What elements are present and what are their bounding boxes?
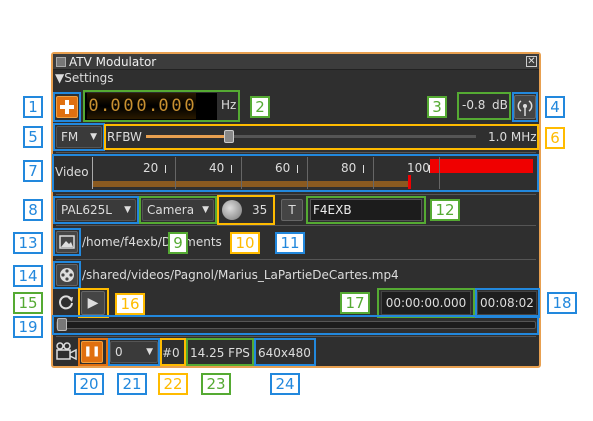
callout-6: 6 xyxy=(545,127,565,149)
divider xyxy=(56,259,536,260)
callout-2: 2 xyxy=(250,96,270,118)
highlight-box xyxy=(306,196,426,224)
callout-9: 9 xyxy=(168,232,188,254)
divider xyxy=(56,336,536,337)
text-overlay-button[interactable]: T xyxy=(281,199,303,221)
highlight-box xyxy=(457,92,511,120)
callout-20: 20 xyxy=(74,373,104,395)
title-bar[interactable]: ATV Modulator ✕ xyxy=(53,54,539,70)
highlight-box xyxy=(160,338,186,366)
highlight-box xyxy=(139,196,217,224)
highlight-box xyxy=(254,338,316,366)
highlight-box xyxy=(475,288,540,318)
callout-5: 5 xyxy=(23,126,43,148)
callout-14: 14 xyxy=(13,265,43,287)
app-icon xyxy=(56,57,66,67)
settings-label: Settings xyxy=(64,71,114,85)
divider xyxy=(56,225,536,226)
highlight-box xyxy=(78,338,108,366)
callout-3: 3 xyxy=(427,96,447,118)
callout-16: 16 xyxy=(115,293,145,315)
callout-12: 12 xyxy=(430,199,460,221)
callout-11: 11 xyxy=(275,232,305,254)
callout-10: 10 xyxy=(230,232,260,254)
highlight-box xyxy=(186,338,254,366)
callout-18: 18 xyxy=(547,292,577,314)
callout-22: 22 xyxy=(158,373,188,395)
highlight-box xyxy=(108,338,160,366)
triangle-down-icon: ▼ xyxy=(55,71,65,85)
callout-21: 21 xyxy=(117,373,147,395)
image-path-part: /home/f4exb/D xyxy=(82,235,172,249)
image-path-part: ments xyxy=(184,235,222,249)
callout-8: 8 xyxy=(23,199,43,221)
highlight-box xyxy=(83,90,240,122)
callout-4: 4 xyxy=(545,96,565,118)
callout-15: 15 xyxy=(13,292,43,314)
callout-19: 19 xyxy=(13,316,43,338)
image-file-path: /home/f4exb/Dments.4g xyxy=(82,235,297,249)
highlight-box xyxy=(512,92,538,122)
highlight-box xyxy=(53,196,139,224)
divider xyxy=(56,194,536,195)
callout-23: 23 xyxy=(201,373,231,395)
callout-24: 24 xyxy=(270,373,300,395)
highlight-box xyxy=(217,195,275,225)
loop-icon xyxy=(59,295,73,310)
loop-button[interactable] xyxy=(56,292,78,314)
highlight-box xyxy=(78,288,109,318)
highlight-box xyxy=(52,315,539,335)
highlight-box xyxy=(52,154,539,192)
highlight-box xyxy=(53,228,81,256)
callout-7: 7 xyxy=(23,160,43,182)
highlight-box xyxy=(53,123,105,151)
settings-toggle[interactable]: ▼Settings xyxy=(55,71,113,85)
camera-indicator xyxy=(54,340,78,364)
callout-1: 1 xyxy=(23,96,43,118)
highlight-box xyxy=(104,124,539,150)
callout-17: 17 xyxy=(340,292,370,314)
divider xyxy=(56,152,536,153)
window-title: ATV Modulator xyxy=(69,55,157,69)
close-icon[interactable]: ✕ xyxy=(526,56,537,67)
video-file-path: /shared/videos/Pagnol/Marius_LaPartieDeC… xyxy=(82,268,399,282)
video-camera-icon xyxy=(56,342,77,361)
highlight-box xyxy=(53,261,81,289)
highlight-box xyxy=(377,288,475,318)
callout-13: 13 xyxy=(13,232,43,254)
highlight-box xyxy=(53,92,81,122)
